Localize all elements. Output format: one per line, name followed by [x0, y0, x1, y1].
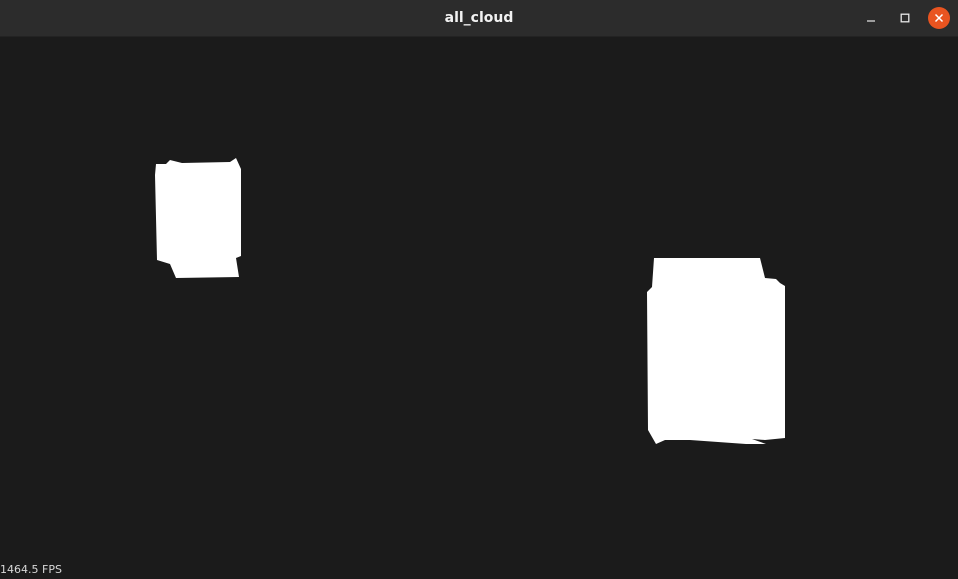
- close-icon: [934, 13, 944, 23]
- minimize-icon: [867, 20, 875, 22]
- fps-counter: 1464.5 FPS: [0, 563, 62, 576]
- point-cloud-viewport[interactable]: 1464.5 FPS: [0, 37, 958, 579]
- maximize-button[interactable]: [894, 7, 916, 29]
- close-button[interactable]: [928, 7, 950, 29]
- point-cloud-cluster-right: [647, 258, 785, 444]
- window-title: all_cloud: [444, 10, 514, 26]
- window-controls: [848, 7, 950, 29]
- app-window: all_cloud 1464.5 FPS: [0, 0, 958, 579]
- point-cloud-cluster-left: [155, 158, 241, 278]
- maximize-icon: [900, 13, 910, 23]
- title-bar[interactable]: all_cloud: [0, 0, 958, 37]
- minimize-button[interactable]: [860, 7, 882, 29]
- point-cloud-render: [155, 158, 785, 444]
